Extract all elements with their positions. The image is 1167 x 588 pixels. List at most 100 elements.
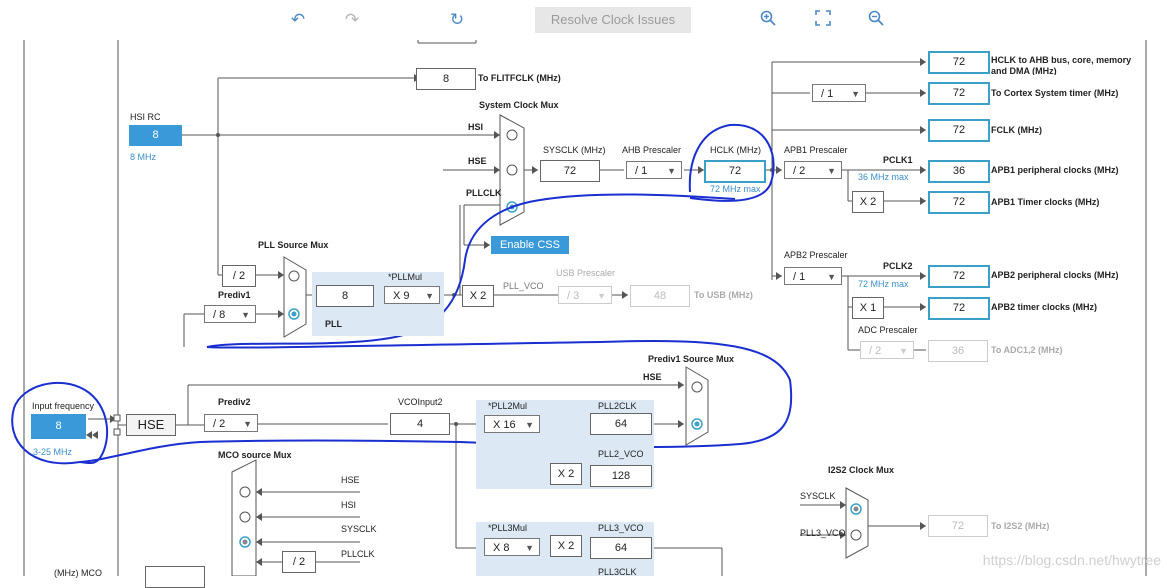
prediv1-mux-hse-label: HSE bbox=[643, 372, 662, 382]
pll3mul-value: X 8 bbox=[493, 542, 510, 554]
mco-hse-label: HSE bbox=[341, 475, 360, 485]
prediv1-title: Prediv1 bbox=[218, 290, 251, 300]
pllmul-value: X 9 bbox=[393, 290, 410, 302]
mco-output-label: (MHz) MCO bbox=[54, 568, 102, 578]
system-clock-mux-title: System Clock Mux bbox=[479, 100, 559, 110]
prediv1-select[interactable]: / 8 ▼ bbox=[204, 305, 256, 323]
i2s2-output-value: 72 bbox=[928, 515, 988, 537]
pllmul-select[interactable]: X 9 ▼ bbox=[384, 286, 440, 304]
adc-prescaler-select[interactable]: / 2 ▼ bbox=[860, 341, 914, 359]
input-frequency-title: Input frequency bbox=[32, 401, 95, 411]
apb1-timer-label: APB1 Timer clocks (MHz) bbox=[991, 197, 1100, 207]
chevron-down-icon: ▼ bbox=[525, 420, 534, 430]
usb-prescaler-title: USB Prescaler bbox=[556, 268, 616, 278]
pll3vco-multiplier: X 2 bbox=[550, 535, 582, 557]
enable-css-button[interactable]: Enable CSS bbox=[491, 236, 569, 254]
chevron-down-icon: ▼ bbox=[667, 166, 676, 176]
i2s2-pll3vco-label: PLL3_VCO bbox=[800, 528, 846, 538]
hclk-input[interactable]: 72 bbox=[704, 160, 766, 183]
hclk-max: 72 MHz max bbox=[710, 184, 761, 194]
apb1-prescaler-title: APB1 Prescaler bbox=[784, 145, 848, 155]
pll-input-value: 8 bbox=[316, 285, 374, 307]
pll-vco-multiplier: X 2 bbox=[462, 285, 494, 307]
usb-prescaler-value: / 3 bbox=[567, 290, 580, 302]
cortex-label: To Cortex System timer (MHz) bbox=[991, 88, 1119, 98]
pll2mul-value: X 16 bbox=[493, 419, 516, 431]
flitf-label: To FLITFCLK (MHz) bbox=[478, 73, 561, 83]
hclk-ahb-output: 72 bbox=[928, 51, 990, 74]
hsi-value: 8 bbox=[129, 125, 182, 146]
adc-prescaler-title: ADC Prescaler bbox=[858, 325, 918, 335]
hse-block: HSE bbox=[126, 414, 176, 436]
mco-pllclk-label: PLLCLK bbox=[341, 549, 375, 559]
pll3vco-title: PLL3_VCO bbox=[598, 523, 644, 533]
usb-prescaler-select[interactable]: / 3 ▼ bbox=[558, 286, 612, 304]
pll2clk-value: 64 bbox=[590, 413, 652, 435]
adc-output-label: To ADC1,2 (MHz) bbox=[991, 345, 1063, 355]
cortex-divider-value: / 1 bbox=[821, 88, 834, 100]
sys-mux-pllclk-label: PLLCLK bbox=[466, 188, 502, 198]
apb1-prescaler-select[interactable]: / 2 ▼ bbox=[784, 161, 842, 179]
pll3mul-title: *PLL3Mul bbox=[488, 523, 528, 533]
prediv2-select[interactable]: / 2 ▼ bbox=[204, 414, 258, 432]
ahb-prescaler-value: / 1 bbox=[635, 165, 648, 177]
chevron-down-icon: ▼ bbox=[851, 89, 860, 99]
chevron-down-icon: ▼ bbox=[243, 419, 252, 429]
prediv1-value: / 8 bbox=[213, 309, 226, 321]
sys-mux-hsi-label: HSI bbox=[468, 122, 484, 132]
pclk1-max: 36 MHz max bbox=[858, 172, 909, 182]
pll-vco-label: PLL_VCO bbox=[503, 281, 544, 291]
apb2-prescaler-value: / 1 bbox=[793, 271, 806, 283]
fclk-label: FCLK (MHz) bbox=[991, 125, 1042, 135]
pll2mul-title: *PLL2Mul bbox=[488, 401, 528, 411]
fclk-output: 72 bbox=[928, 119, 990, 142]
mco-pllclk-div2: / 2 bbox=[282, 551, 316, 573]
sysclk-value: 72 bbox=[540, 160, 600, 182]
pll2vco-title: PLL2_VCO bbox=[598, 449, 644, 459]
pll3vco-value: 64 bbox=[590, 537, 652, 559]
pll3mul-select[interactable]: X 8 ▼ bbox=[484, 538, 540, 556]
chevron-down-icon: ▼ bbox=[597, 291, 606, 301]
pll2mul-select[interactable]: X 16 ▼ bbox=[484, 415, 540, 433]
pll2clk-title: PLL2CLK bbox=[598, 401, 637, 411]
i2s2-output-label: To I2S2 (MHz) bbox=[991, 521, 1050, 531]
hsi-title: HSI RC bbox=[130, 112, 161, 122]
adc-prescaler-value: / 2 bbox=[869, 345, 882, 357]
hsi-freq: 8 MHz bbox=[130, 152, 157, 162]
apb2-periph-output: 72 bbox=[928, 265, 990, 288]
prediv2-value: / 2 bbox=[213, 418, 226, 430]
chevron-down-icon: ▼ bbox=[241, 310, 250, 320]
pclk2-max: 72 MHz max bbox=[858, 279, 909, 289]
apb1-periph-output: 36 bbox=[928, 160, 990, 183]
vcoinput2-value: 4 bbox=[390, 413, 450, 435]
vcoinput2-title: VCOInput2 bbox=[398, 397, 443, 407]
apb2-timer-multiplier: X 1 bbox=[852, 297, 884, 319]
mco-source-mux-title: MCO source Mux bbox=[218, 450, 292, 460]
pclk1-label: PCLK1 bbox=[883, 155, 913, 165]
apb2-timer-output: 72 bbox=[928, 297, 990, 320]
input-frequency-value[interactable]: 8 bbox=[31, 414, 86, 439]
chevron-down-icon: ▼ bbox=[425, 291, 434, 301]
hclk-ahb-label: HCLK to AHB bus, core, memory and DMA (M… bbox=[991, 55, 1132, 75]
apb1-prescaler-value: / 2 bbox=[793, 165, 806, 177]
mco-hsi-label: HSI bbox=[341, 500, 357, 510]
mco-sysclk-label: SYSCLK bbox=[341, 524, 377, 534]
input-frequency-range: 3-25 MHz bbox=[33, 447, 73, 457]
apb2-timer-label: APB2 timer clocks (MHz) bbox=[991, 302, 1098, 312]
apb2-periph-label: APB2 peripheral clocks (MHz) bbox=[991, 270, 1119, 280]
apb1-periph-label: APB1 peripheral clocks (MHz) bbox=[991, 165, 1119, 175]
i2s2-sysclk-label: SYSCLK bbox=[800, 491, 836, 501]
cortex-divider-select[interactable]: / 1 ▼ bbox=[812, 84, 866, 102]
chevron-down-icon: ▼ bbox=[827, 166, 836, 176]
pll2vco-multiplier: X 2 bbox=[550, 463, 582, 485]
watermark: https://blog.csdn.net/hwytree bbox=[982, 552, 1161, 568]
prediv2-title: Prediv2 bbox=[218, 397, 251, 407]
apb2-prescaler-select[interactable]: / 1 ▼ bbox=[784, 267, 842, 285]
pll-title: PLL bbox=[325, 319, 342, 329]
sys-mux-hse-label: HSE bbox=[468, 156, 487, 166]
chevron-down-icon: ▼ bbox=[525, 543, 534, 553]
ahb-prescaler-select[interactable]: / 1 ▼ bbox=[626, 161, 682, 179]
sysclk-title: SYSCLK (MHz) bbox=[543, 145, 606, 155]
pclk2-label: PCLK2 bbox=[883, 261, 913, 271]
pllmul-title: *PLLMul bbox=[388, 272, 423, 282]
